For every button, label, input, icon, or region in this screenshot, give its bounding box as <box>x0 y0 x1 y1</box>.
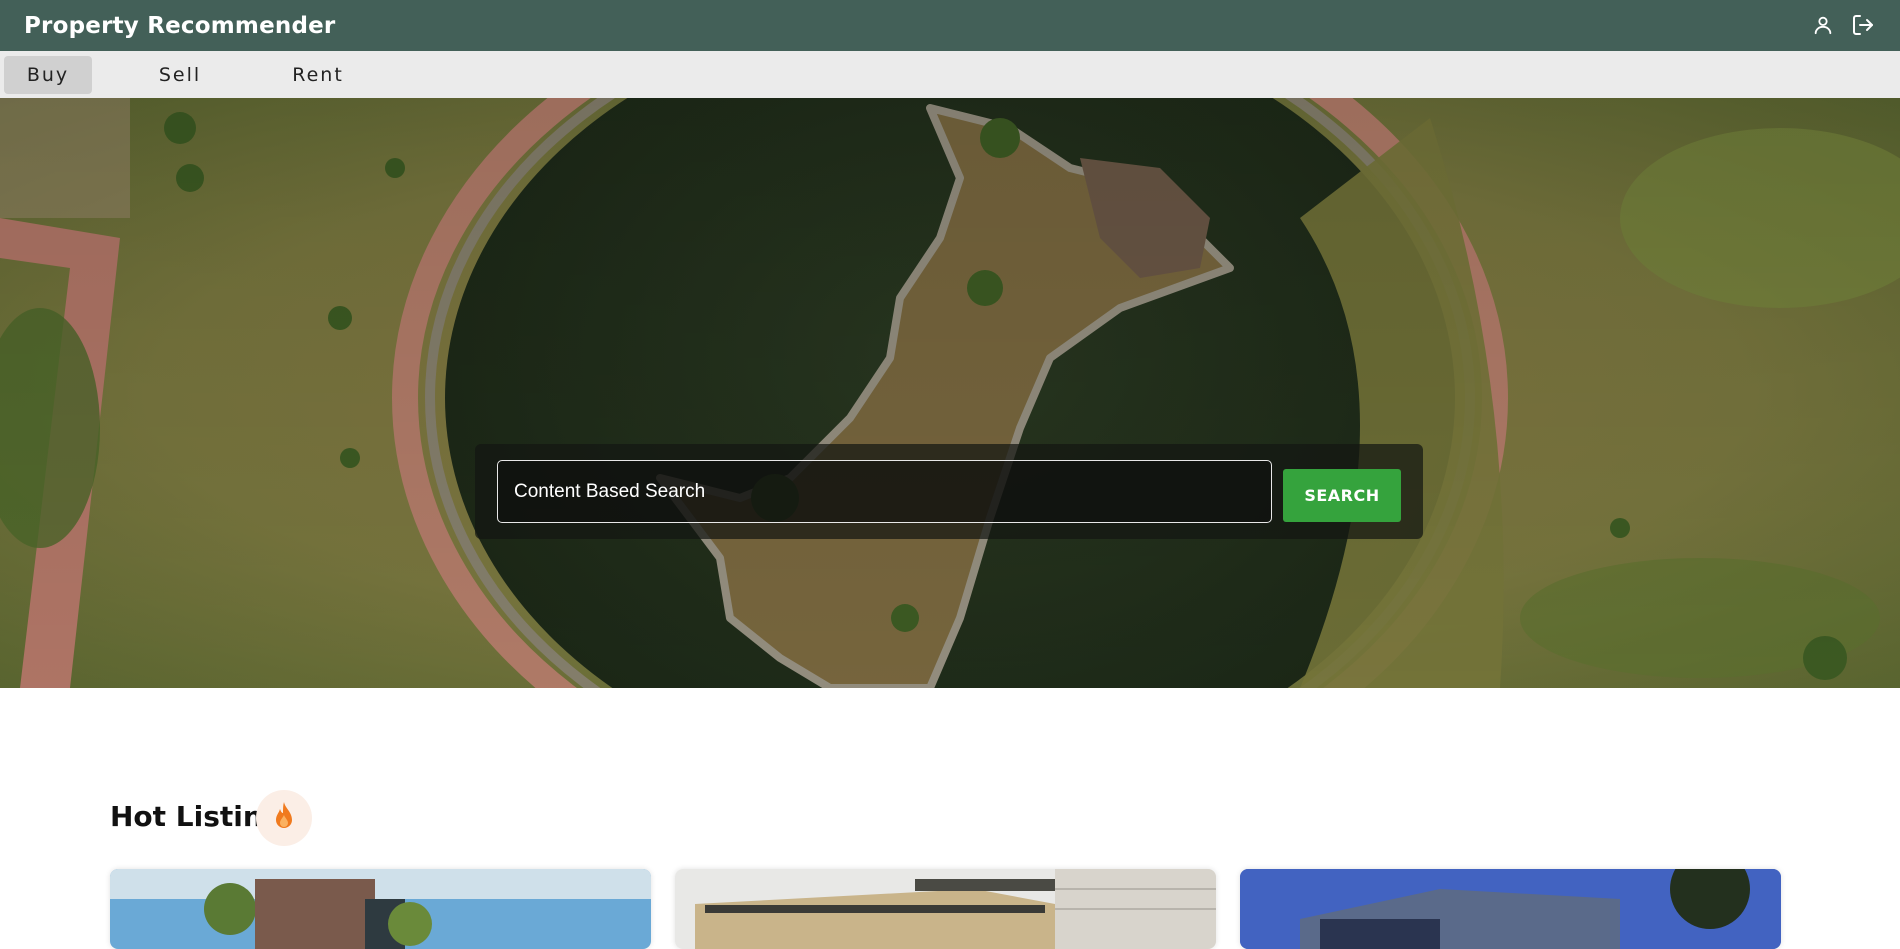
logout-icon[interactable] <box>1850 12 1876 38</box>
listing-card[interactable] <box>110 869 651 949</box>
tab-buy[interactable]: Buy <box>4 56 92 94</box>
tab-sell[interactable]: Sell <box>136 56 224 94</box>
search-panel: SEARCH <box>475 444 1423 539</box>
search-input[interactable] <box>497 460 1272 523</box>
search-button[interactable]: SEARCH <box>1283 469 1401 522</box>
modern-house-photo <box>1240 869 1781 949</box>
top-bar: Property Recommender <box>0 0 1900 51</box>
tab-rent[interactable]: Rent <box>272 56 364 94</box>
fire-badge <box>256 790 312 846</box>
hero-banner: SEARCH <box>0 98 1900 688</box>
modern-house-photo <box>675 869 1216 949</box>
aerial-park-image <box>0 98 1900 688</box>
header-actions <box>1810 12 1876 38</box>
modern-house-photo <box>110 869 651 949</box>
tab-bar: Buy Sell Rent <box>0 51 1900 98</box>
listing-card[interactable] <box>675 869 1216 949</box>
app-title[interactable]: Property Recommender <box>24 13 335 39</box>
fire-icon <box>272 801 296 836</box>
user-icon[interactable] <box>1810 12 1836 38</box>
listing-card[interactable] <box>1240 869 1781 949</box>
